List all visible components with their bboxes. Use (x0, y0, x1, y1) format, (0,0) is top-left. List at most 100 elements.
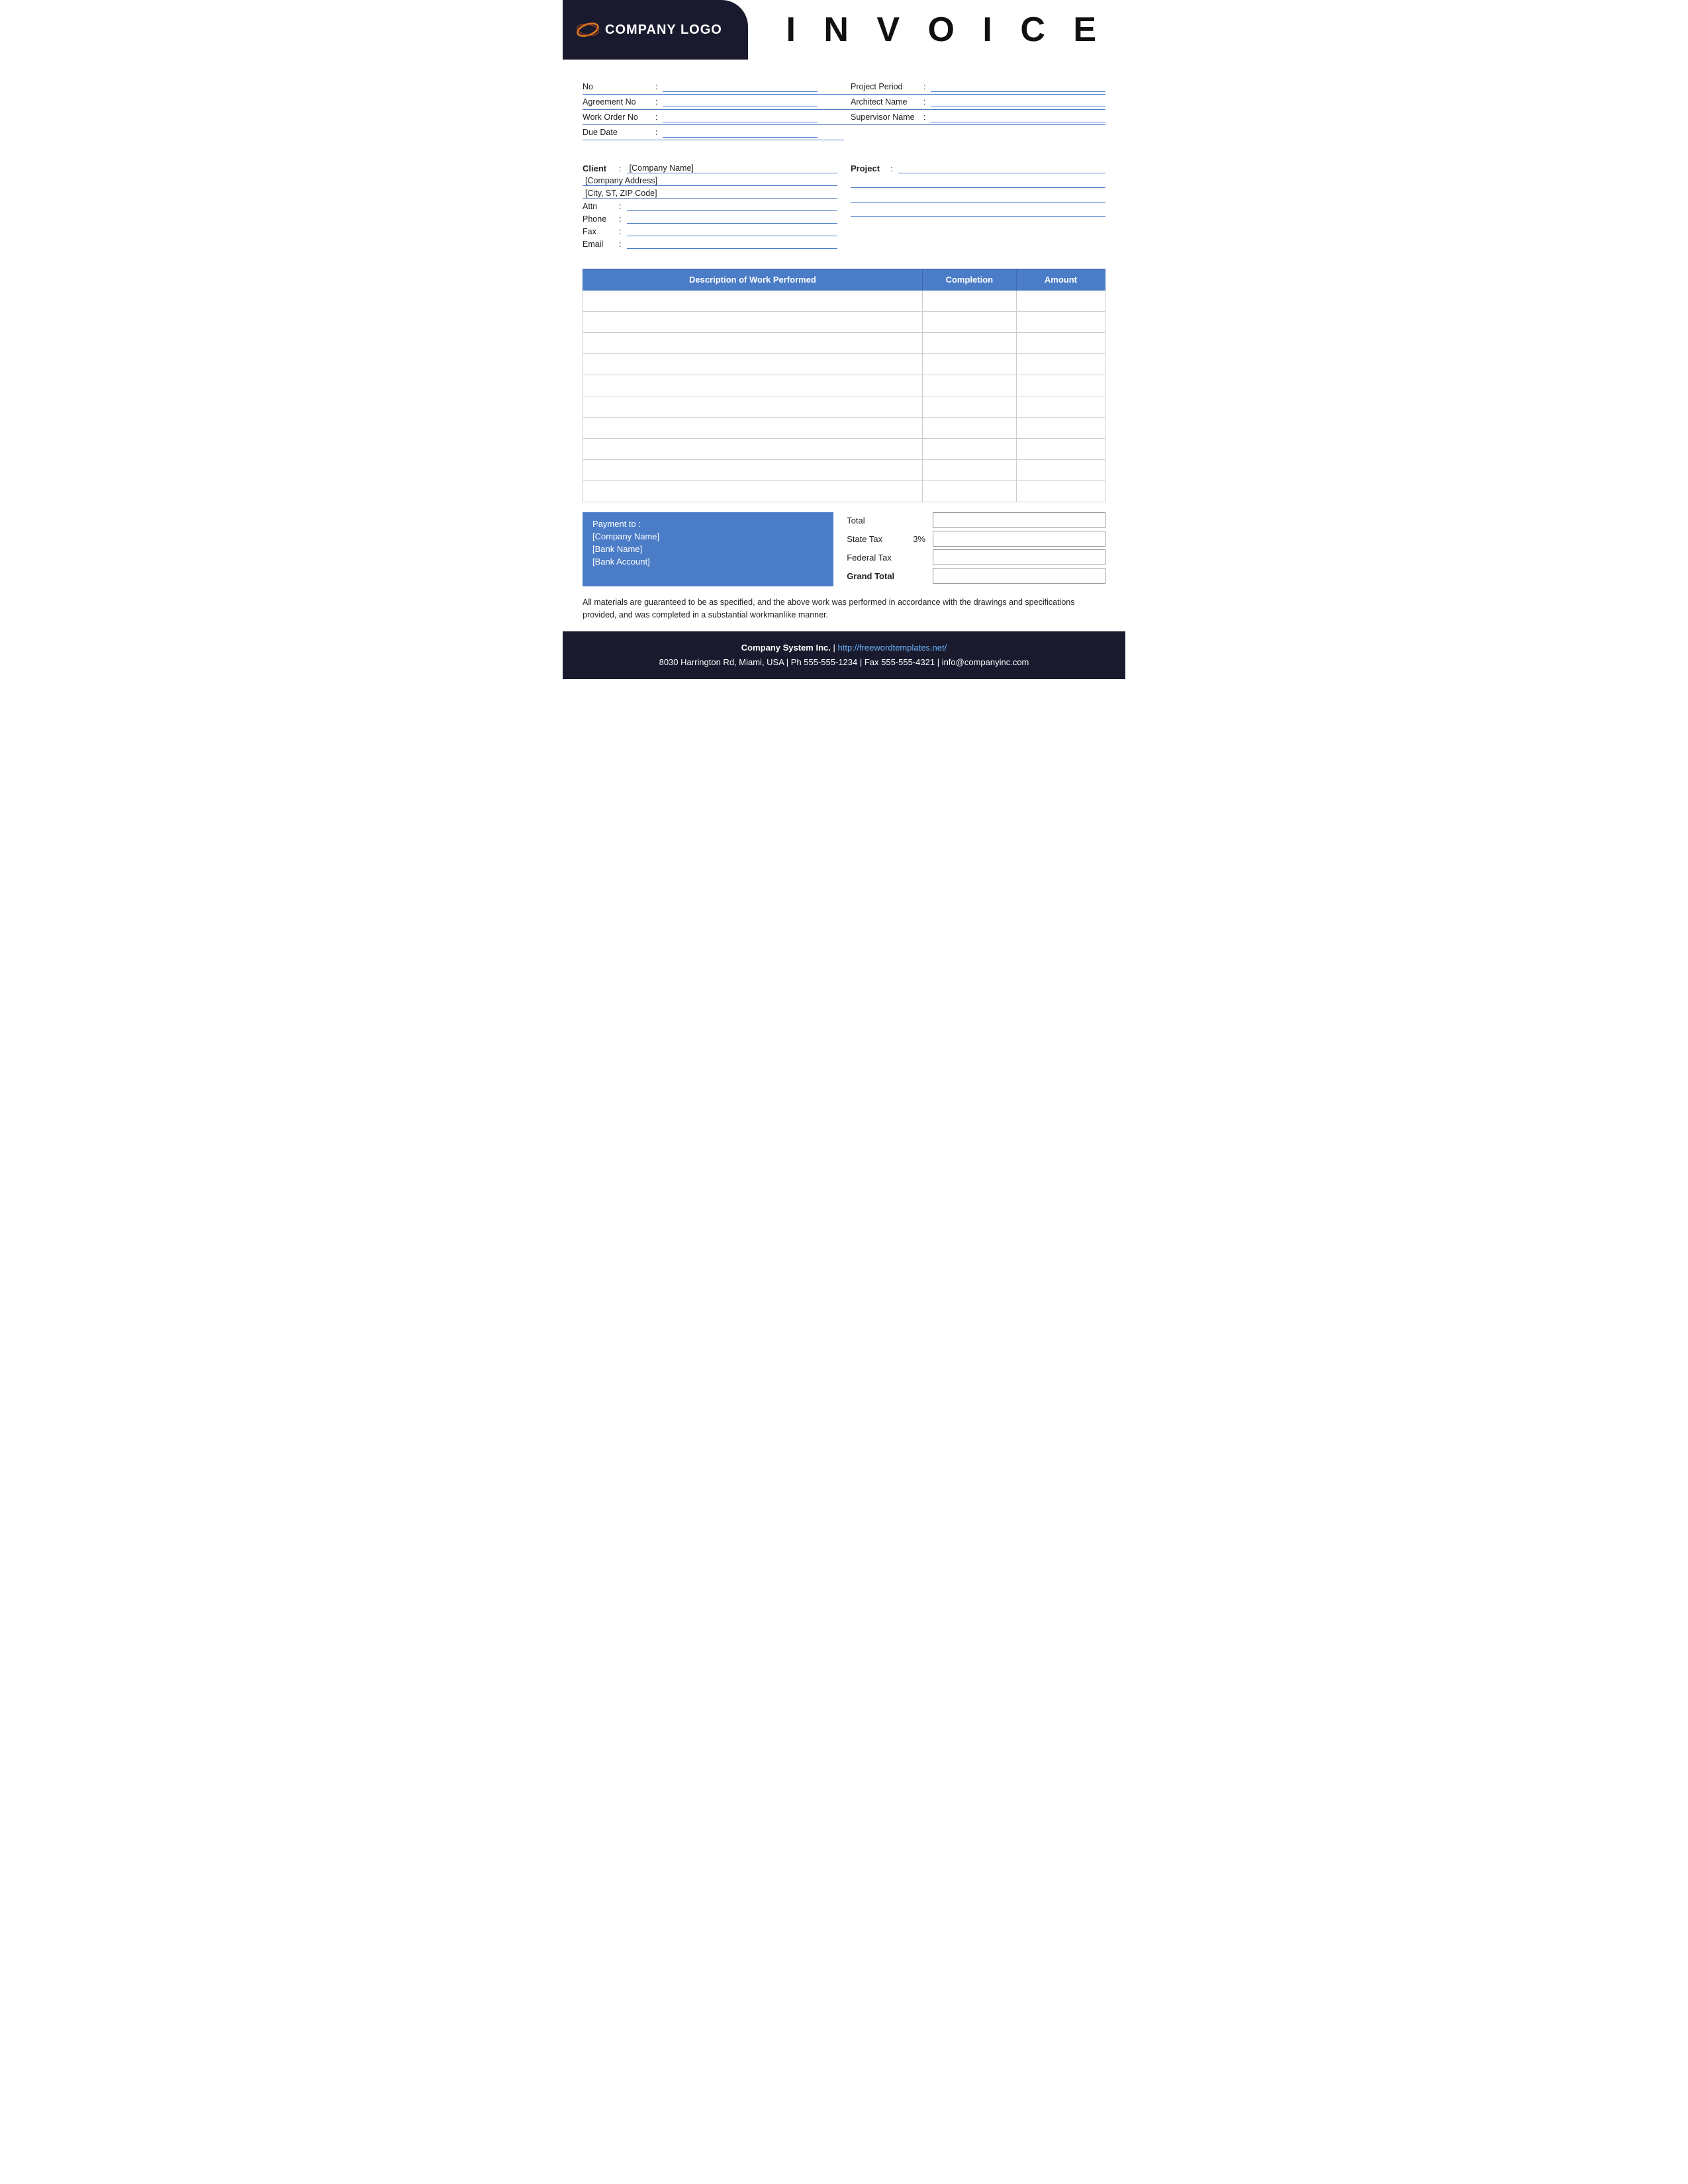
meta-value-duedate (663, 128, 818, 138)
meta-label-no: No (583, 82, 655, 91)
federal-tax-label: Federal Tax (847, 553, 913, 563)
meta-right-col: Project Period : Architect Name : Superv… (844, 79, 1105, 140)
client-phone-row: Phone : (583, 214, 837, 224)
table-body (583, 291, 1105, 502)
client-fax-value (627, 227, 837, 236)
payment-label: Payment to : (592, 519, 823, 529)
notes-section: All materials are guaranteed to be as sp… (583, 596, 1105, 621)
totals-block: Total State Tax 3% Federal Tax Grand Tot… (847, 512, 1105, 586)
payment-block: Payment to : [Company Name] [Bank Name] … (583, 512, 833, 586)
meta-section: No : Agreement No : Work Order No : Due … (563, 73, 1125, 140)
client-header-row: Client : [Company Name] (583, 163, 837, 173)
meta-value-supervisor (931, 113, 1105, 122)
client-label: Client (583, 163, 619, 173)
meta-grid: No : Agreement No : Work Order No : Due … (583, 79, 1105, 140)
meta-label-period: Project Period (851, 82, 923, 91)
total-value-box (933, 512, 1105, 528)
meta-value-workorder (663, 113, 818, 122)
project-header-row: Project : (851, 163, 1105, 173)
grand-total-label: Grand Total (847, 571, 913, 581)
meta-value-period (931, 83, 1105, 92)
meta-left-col: No : Agreement No : Work Order No : Due … (583, 79, 844, 140)
table-row (583, 460, 1105, 481)
table-header: Description of Work Performed Completion… (583, 269, 1105, 291)
work-table: Description of Work Performed Completion… (583, 269, 1105, 502)
logo-swoosh-icon (576, 23, 600, 37)
logo-block: COMPANY LOGO (563, 0, 748, 60)
client-email-label: Email (583, 240, 619, 249)
meta-label-architect: Architect Name (851, 97, 923, 107)
client-fax-row: Fax : (583, 226, 837, 236)
table-row (583, 418, 1105, 439)
project-sub-line-2 (851, 193, 1105, 203)
table-row (583, 291, 1105, 312)
footer-line-1: Company System Inc. | http://freewordtem… (576, 641, 1112, 655)
table-row (583, 333, 1105, 354)
col-amount: Amount (1016, 269, 1105, 291)
meta-row-agreement: Agreement No : (583, 95, 844, 110)
meta-row-supervisor: Supervisor Name : (844, 110, 1105, 125)
total-row: Total (847, 512, 1105, 528)
meta-row-duedate: Due Date : (583, 125, 844, 140)
table-row (583, 354, 1105, 375)
client-attn-row: Attn : (583, 201, 837, 211)
client-fax-label: Fax (583, 227, 619, 236)
state-tax-label: State Tax (847, 534, 913, 544)
meta-label-workorder: Work Order No (583, 113, 655, 122)
table-row (583, 481, 1105, 502)
state-tax-row: State Tax 3% (847, 531, 1105, 547)
project-sub-line-1 (851, 179, 1105, 188)
client-company-name: [Company Name] (627, 163, 837, 173)
grand-total-value-box (933, 568, 1105, 584)
payment-bank: [Bank Name] (592, 544, 823, 554)
footer-line-2: 8030 Harrington Rd, Miami, USA | Ph 555-… (576, 655, 1112, 670)
footer: Company System Inc. | http://freewordtem… (563, 631, 1125, 679)
invoice-title-block: I N V O I C E (748, 0, 1125, 60)
meta-row-workorder: Work Order No : (583, 110, 844, 125)
client-phone-value (627, 214, 837, 224)
client-address: [Company Address] (583, 176, 837, 186)
meta-value-agreement (663, 98, 818, 107)
meta-row-period: Project Period : (844, 79, 1105, 95)
client-address-row: [Company Address] (583, 176, 837, 186)
state-tax-pct: 3% (913, 534, 933, 544)
meta-label-agreement: Agreement No (583, 97, 655, 107)
footer-website[interactable]: http://freewordtemplates.net/ (837, 643, 947, 653)
project-name-line (898, 164, 1105, 173)
client-email-value (627, 240, 837, 249)
state-tax-value-box (933, 531, 1105, 547)
payment-account: [Bank Account] (592, 557, 823, 567)
client-attn-label: Attn (583, 202, 619, 211)
total-label: Total (847, 516, 913, 525)
meta-row-architect: Architect Name : (844, 95, 1105, 110)
header: COMPANY LOGO I N V O I C E (563, 0, 1125, 60)
payment-company: [Company Name] (592, 531, 823, 541)
footer-company: Company System Inc. (741, 643, 831, 653)
table-header-row: Description of Work Performed Completion… (583, 269, 1105, 291)
client-city: [City, ST, ZIP Code] (583, 189, 837, 199)
bottom-section: Payment to : [Company Name] [Bank Name] … (583, 512, 1105, 586)
invoice-title: I N V O I C E (786, 10, 1106, 50)
meta-value-architect (931, 98, 1105, 107)
client-block: Client : [Company Name] [Company Address… (583, 163, 837, 249)
client-attn-value (627, 202, 837, 211)
grand-total-row: Grand Total (847, 568, 1105, 584)
client-phone-label: Phone (583, 214, 619, 224)
table-row (583, 312, 1105, 333)
project-sub-line-3 (851, 208, 1105, 217)
table-row (583, 439, 1105, 460)
meta-label-supervisor: Supervisor Name (851, 113, 923, 122)
meta-label-duedate: Due Date (583, 128, 655, 137)
client-section: Client : [Company Name] [Company Address… (563, 154, 1125, 259)
table-row (583, 375, 1105, 396)
project-label: Project (851, 163, 890, 173)
notes-text: All materials are guaranteed to be as sp… (583, 596, 1105, 621)
meta-row-no: No : (583, 79, 844, 95)
col-description: Description of Work Performed (583, 269, 923, 291)
client-email-row: Email : (583, 239, 837, 249)
federal-tax-row: Federal Tax (847, 549, 1105, 565)
federal-tax-value-box (933, 549, 1105, 565)
col-completion: Completion (922, 269, 1016, 291)
project-block: Project : (851, 163, 1105, 249)
meta-value-no (663, 83, 818, 92)
